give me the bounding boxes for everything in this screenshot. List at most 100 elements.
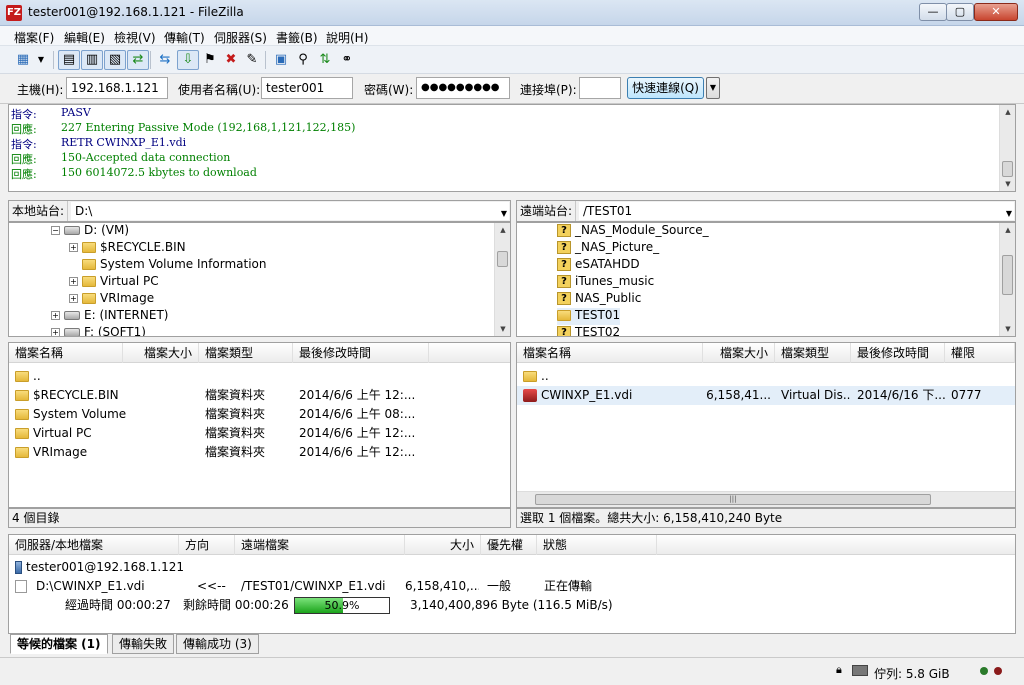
tree-item[interactable]: + $RECYCLE.BIN xyxy=(69,240,186,257)
tab-successful-transfers[interactable]: 傳輸成功 (3) xyxy=(176,634,259,654)
tree-item[interactable]: − D: (VM) xyxy=(51,223,129,240)
tree-item[interactable]: + E: (INTERNET) xyxy=(51,308,168,325)
scroll-up-icon[interactable]: ▲ xyxy=(1000,223,1015,237)
column-header-size[interactable]: 檔案大小 xyxy=(123,343,199,363)
menu-bookmarks[interactable]: 書籤(B) xyxy=(276,29,318,46)
sync-browse-icon[interactable]: ⇅ xyxy=(314,50,336,70)
file-row[interactable]: VRImage 檔案資料夾 2014/6/6 上午 12:... xyxy=(9,443,510,462)
toggle-queue-icon[interactable]: ⇄ xyxy=(127,50,149,70)
column-header-modified[interactable]: 最後修改時間 xyxy=(851,343,945,363)
log-scrollbar[interactable]: ▲ ▼ xyxy=(999,105,1015,191)
tree-item[interactable]: + F: (SOFT1) xyxy=(51,325,146,336)
quickconnect-button[interactable]: 快速連線(Q) xyxy=(627,77,704,99)
chevron-down-icon[interactable]: ▼ xyxy=(1006,205,1012,223)
remote-file-list[interactable]: 檔案名稱 檔案大小 檔案類型 最後修改時間 權限 .. CWINXP_E1.vd… xyxy=(516,342,1016,508)
scroll-down-icon[interactable]: ▼ xyxy=(1000,322,1015,336)
tree-item[interactable]: ? iTunes_music xyxy=(557,274,654,291)
column-header-status[interactable]: 狀態 xyxy=(537,535,657,555)
toggle-local-tree-icon[interactable]: ▥ xyxy=(81,50,103,70)
menu-help[interactable]: 說明(H) xyxy=(326,29,368,46)
file-row[interactable]: .. xyxy=(517,367,1015,386)
scroll-thumb[interactable] xyxy=(497,251,508,267)
tree-item[interactable]: ? eSATAHDD xyxy=(557,257,640,274)
file-row[interactable]: System Volume... 檔案資料夾 2014/6/6 上午 08:..… xyxy=(9,405,510,424)
process-queue-icon[interactable]: ⇩ xyxy=(177,50,199,70)
disconnect-icon[interactable]: ✖ xyxy=(220,50,242,70)
site-manager-icon[interactable]: ▦ xyxy=(12,50,34,70)
host-input[interactable]: 192.168.1.121 xyxy=(66,77,168,99)
reconnect-icon[interactable]: ✎ xyxy=(241,50,263,70)
scroll-down-icon[interactable]: ▼ xyxy=(495,322,510,336)
column-header-type[interactable]: 檔案類型 xyxy=(199,343,293,363)
column-header-priority[interactable]: 優先權 xyxy=(481,535,537,555)
queue-server-row[interactable]: tester001@192.168.1.121 xyxy=(15,558,415,577)
local-path-input[interactable]: D:\ ▼ xyxy=(71,202,509,220)
scroll-thumb[interactable] xyxy=(1002,255,1013,295)
username-input[interactable]: tester001 xyxy=(261,77,353,99)
file-row[interactable]: .. xyxy=(9,367,510,386)
column-header-size[interactable]: 大小 xyxy=(405,535,481,555)
tree-item[interactable]: ? NAS_Public xyxy=(557,291,641,308)
file-row[interactable]: Virtual PC 檔案資料夾 2014/6/6 上午 12:... xyxy=(9,424,510,443)
expand-icon[interactable]: + xyxy=(69,243,78,252)
collapse-icon[interactable]: − xyxy=(51,226,60,235)
filter-icon[interactable]: ▣ xyxy=(270,50,292,70)
find-icon[interactable]: ⚭ xyxy=(336,50,358,70)
expand-icon[interactable]: + xyxy=(69,294,78,303)
file-row-selected[interactable]: CWINXP_E1.vdi 6,158,41... Virtual Dis...… xyxy=(517,386,1015,405)
file-row[interactable]: $RECYCLE.BIN 檔案資料夾 2014/6/6 上午 12:... xyxy=(9,386,510,405)
column-header-name[interactable]: 檔案名稱 xyxy=(9,343,123,363)
tree-item[interactable]: + Virtual PC xyxy=(69,274,159,291)
tree-item-selected[interactable]: TEST01 xyxy=(557,308,621,325)
tree-item[interactable]: ? _NAS_Picture_ xyxy=(557,240,659,257)
toggle-remote-tree-icon[interactable]: ▧ xyxy=(104,50,126,70)
scroll-thumb[interactable]: ||| xyxy=(535,494,931,505)
tab-queued-files[interactable]: 等候的檔案 (1) xyxy=(10,634,108,654)
compare-icon[interactable]: ⚲ xyxy=(292,50,314,70)
column-header-type[interactable]: 檔案類型 xyxy=(775,343,851,363)
tree-item[interactable]: ? TEST02 xyxy=(557,325,620,336)
queue-item-row[interactable]: D:\CWINXP_E1.vdi <<-- /TEST01/CWINXP_E1.… xyxy=(9,577,1015,596)
menu-transfer[interactable]: 傳輸(T) xyxy=(164,29,205,46)
column-header-permissions[interactable]: 權限 xyxy=(945,343,1015,363)
local-tree-scrollbar[interactable]: ▲ ▼ xyxy=(494,223,510,336)
scroll-up-icon[interactable]: ▲ xyxy=(495,223,510,237)
scroll-down-icon[interactable]: ▼ xyxy=(1000,177,1015,191)
quickconnect-history-dropdown[interactable]: ▼ xyxy=(706,77,720,99)
tab-failed-transfers[interactable]: 傳輸失敗 xyxy=(112,634,175,654)
expand-icon[interactable]: + xyxy=(51,311,60,320)
expand-icon[interactable]: + xyxy=(51,328,60,336)
cancel-icon[interactable]: ⚑ xyxy=(199,50,221,70)
menu-view[interactable]: 檢視(V) xyxy=(114,29,156,46)
column-header-size[interactable]: 檔案大小 xyxy=(703,343,775,363)
tree-item[interactable]: ? _NAS_Module_Source_ xyxy=(557,223,709,240)
close-button[interactable]: ✕ xyxy=(974,3,1018,21)
column-header-name[interactable]: 檔案名稱 xyxy=(517,343,703,363)
remote-path-input[interactable]: /TEST01 ▼ xyxy=(579,202,1014,220)
remote-list-hscrollbar[interactable]: ||| xyxy=(517,491,1015,507)
dropdown-arrow-icon[interactable]: ▼ xyxy=(34,50,48,70)
minimize-button[interactable]: — xyxy=(919,3,947,21)
scroll-up-icon[interactable]: ▲ xyxy=(1000,105,1015,119)
column-header-remote-file[interactable]: 遠端檔案 xyxy=(235,535,405,555)
remote-tree[interactable]: ? _NAS_Module_Source_ ? _NAS_Picture_ ? eSA… xyxy=(516,222,1016,337)
column-header-local-file[interactable]: 伺服器/本地檔案 xyxy=(9,535,179,555)
menu-file[interactable]: 檔案(F) xyxy=(14,29,54,46)
menu-edit[interactable]: 編輯(E) xyxy=(64,29,105,46)
scroll-thumb[interactable] xyxy=(1002,161,1013,177)
toggle-log-icon[interactable]: ▤ xyxy=(58,50,80,70)
maximize-button[interactable]: ▢ xyxy=(946,3,974,21)
message-log[interactable]: 指令: PASV 回應: 227 Entering Passive Mode (… xyxy=(8,104,1016,192)
chevron-down-icon[interactable]: ▼ xyxy=(501,205,507,223)
transfer-queue[interactable]: 伺服器/本地檔案 方向 遠端檔案 大小 優先權 狀態 tester001@192… xyxy=(8,534,1016,634)
local-file-list[interactable]: 檔案名稱 檔案大小 檔案類型 最後修改時間 .. $RECYCLE.BIN 檔案… xyxy=(8,342,511,508)
local-tree[interactable]: − D: (VM) + $RECYCLE.BIN System Volume Inf… xyxy=(8,222,511,337)
password-input[interactable]: ●●●●●●●●● xyxy=(416,77,510,99)
title-bar[interactable]: FZ tester001@192.168.1.121 - FileZilla —… xyxy=(0,0,1024,26)
remote-tree-scrollbar[interactable]: ▲ ▼ xyxy=(999,223,1015,336)
column-header-modified[interactable]: 最後修改時間 xyxy=(293,343,429,363)
menu-server[interactable]: 伺服器(S) xyxy=(214,29,267,46)
port-input[interactable] xyxy=(579,77,621,99)
tree-item[interactable]: System Volume Information xyxy=(82,257,266,274)
column-header-direction[interactable]: 方向 xyxy=(179,535,235,555)
